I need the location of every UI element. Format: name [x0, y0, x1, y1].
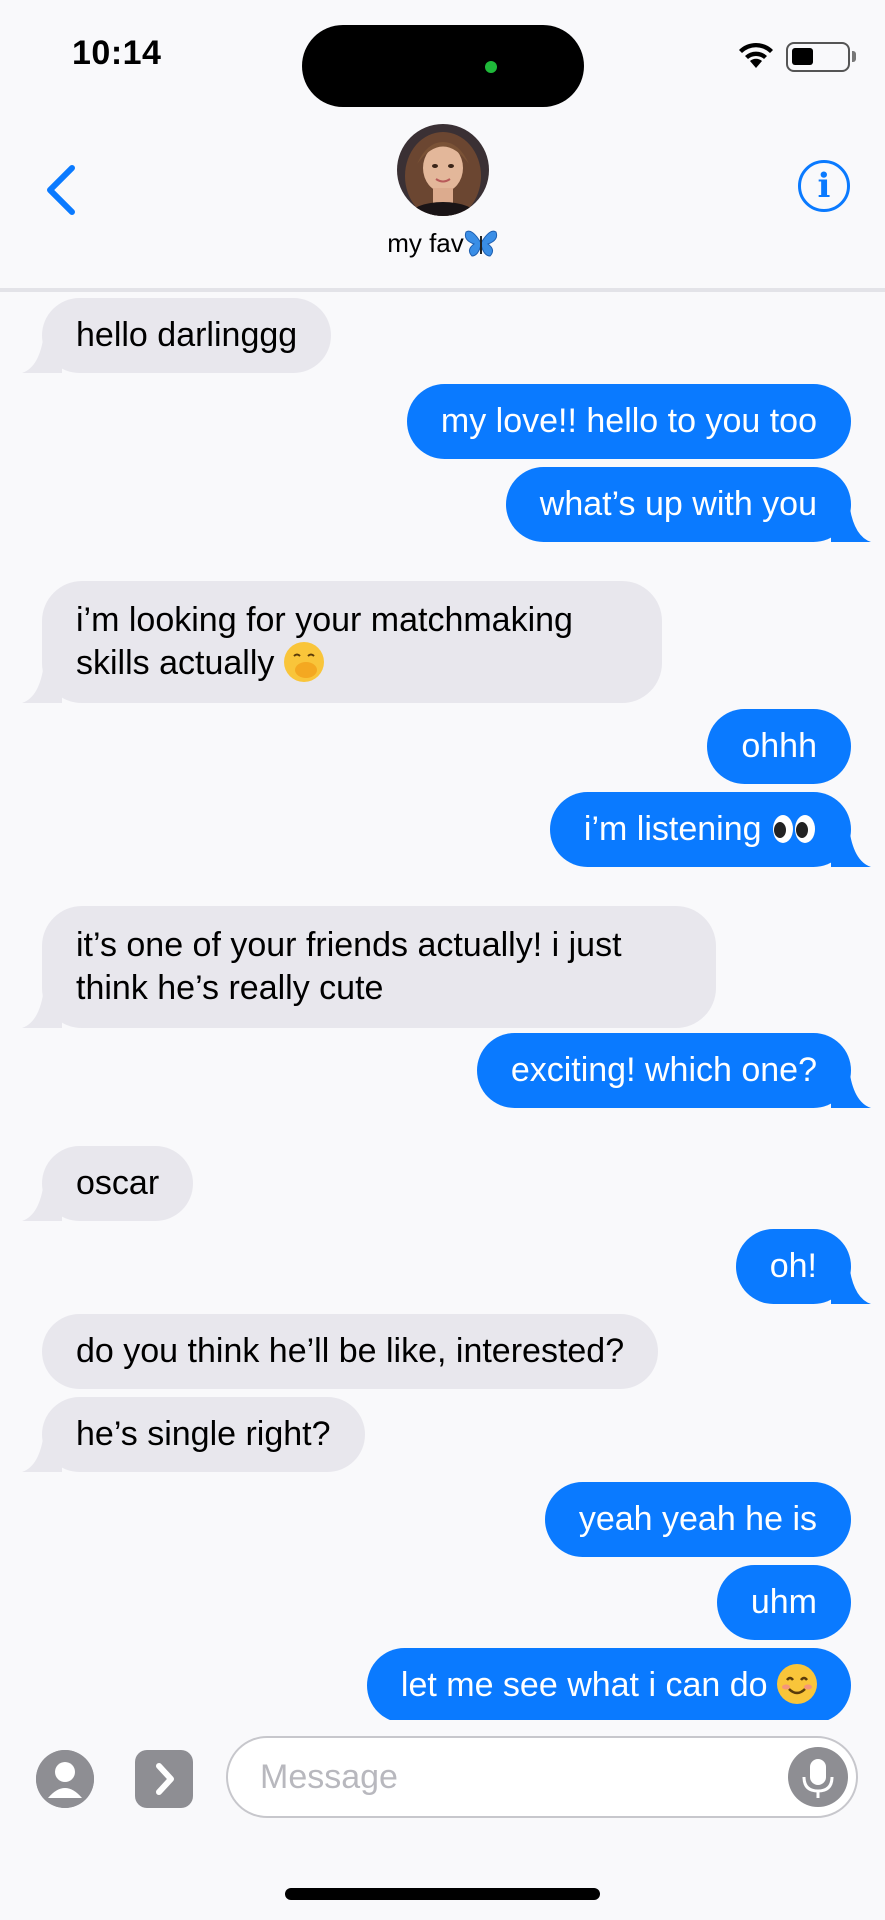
message-text: oscar — [76, 1164, 160, 1202]
dynamic-island — [302, 25, 584, 107]
message-text: i’m listening — [583, 810, 762, 848]
message-bubble-outgoing[interactable]: what’s up with you — [505, 467, 871, 542]
message-bubble-outgoing[interactable]: my love!! hello to you too — [406, 384, 851, 459]
microphone-icon — [802, 1759, 834, 1798]
message-bubble-outgoing[interactable]: let me see what i can do — [366, 1648, 851, 1720]
message-placeholder: Message — [260, 1758, 398, 1796]
message-bubble-outgoing[interactable]: yeah yeah he is — [544, 1482, 851, 1557]
message-bubble-incoming[interactable]: i’m looking for your matchmaking skills … — [22, 581, 662, 703]
info-icon[interactable]: i — [798, 160, 850, 212]
person-icon — [36, 1750, 94, 1808]
message-bubble-outgoing[interactable]: ohhh — [707, 709, 851, 784]
bubble-tail — [22, 333, 62, 373]
status-bar: 10:14 — [0, 0, 885, 110]
message-bubble-incoming[interactable]: it’s one of your friends actually! i jus… — [22, 906, 716, 1028]
message-bubble-outgoing[interactable]: i’m listening — [549, 792, 871, 867]
bubble-tail — [22, 1181, 62, 1221]
contact-share-button[interactable] — [36, 1750, 94, 1808]
message-bubble-incoming[interactable]: he’s single right? — [22, 1397, 365, 1472]
apps-expand-button[interactable] — [135, 1750, 193, 1808]
contact-name-text: my fav — [387, 228, 464, 258]
battery-level — [792, 48, 813, 65]
conversation-header: my fav i — [0, 110, 885, 292]
message-text: ohhh — [741, 727, 817, 765]
message-text: hello darlinggg — [76, 316, 298, 354]
bubble-tail — [831, 502, 871, 542]
message-text: he’s single right? — [76, 1415, 331, 1453]
message-bubble-outgoing[interactable]: exciting! which one? — [476, 1033, 871, 1108]
contact-name[interactable]: my fav — [0, 228, 885, 259]
hand-over-mouth-emoji-icon — [283, 642, 324, 682]
message-bubble-outgoing[interactable]: oh! — [735, 1229, 871, 1304]
bubble-tail — [22, 988, 62, 1028]
message-text: exciting! which one? — [510, 1051, 817, 1089]
message-text: do you think he’ll be like, interested? — [76, 1332, 625, 1370]
eyes-emoji-icon — [771, 813, 817, 845]
bubble-tail — [831, 827, 871, 867]
microphone-button[interactable] — [788, 1747, 848, 1807]
message-bubble-incoming[interactable]: oscar — [22, 1146, 194, 1221]
message-text: uhm — [750, 1583, 817, 1621]
battery-cap — [852, 51, 856, 62]
message-text: i’m looking for your matchmaking skills … — [76, 601, 573, 682]
message-thread[interactable]: hello darlinggg my love!! hello to you t… — [0, 296, 885, 1720]
message-text: yeah yeah he is — [578, 1500, 817, 1538]
message-text: let me see what i can do — [400, 1666, 768, 1704]
message-bubble-incoming[interactable]: do you think he’ll be like, interested? — [42, 1314, 659, 1389]
home-indicator[interactable] — [285, 1888, 600, 1900]
bubble-tail — [831, 1264, 871, 1304]
message-text: it’s one of your friends actually! i jus… — [76, 926, 622, 1007]
message-bubble-outgoing[interactable]: uhm — [716, 1565, 851, 1640]
chevron-left-icon[interactable] — [38, 160, 88, 220]
butterfly-icon — [464, 230, 497, 257]
bubble-tail — [22, 1432, 62, 1472]
smiling-face-emoji-icon — [777, 1664, 817, 1704]
contact-avatar[interactable] — [397, 124, 489, 216]
chevron-right-icon — [156, 1763, 174, 1795]
battery-icon — [786, 42, 850, 72]
status-time: 10:14 — [72, 34, 162, 72]
message-text: what’s up with you — [539, 485, 817, 523]
bubble-tail — [831, 1068, 871, 1108]
message-input[interactable]: Message — [226, 1736, 858, 1818]
bubble-tail — [22, 663, 62, 703]
message-text: oh! — [769, 1247, 817, 1285]
message-bubble-incoming[interactable]: hello darlinggg — [22, 298, 332, 373]
camera-indicator-dot — [485, 61, 497, 73]
message-text: my love!! hello to you too — [440, 402, 817, 440]
wifi-icon — [739, 42, 773, 68]
